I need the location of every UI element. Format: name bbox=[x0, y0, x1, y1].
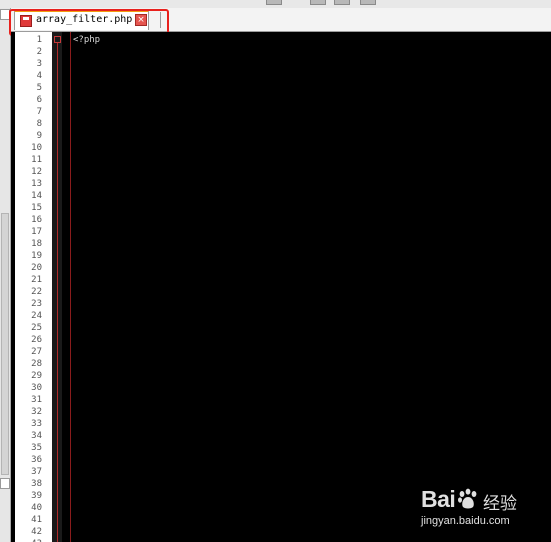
line-number-list: 1 2 3 4 5 6 7 8 9 10 11 12 13 14 15 16 17 18 19 20 21 22 23 24 2… bbox=[15, 34, 42, 542]
tab-bar: array_filter.php × bbox=[11, 8, 551, 32]
line-number: 37 bbox=[31, 467, 42, 477]
line-number: 17 bbox=[31, 227, 42, 237]
close-icon[interactable]: × bbox=[135, 14, 147, 26]
fold-range-line bbox=[57, 43, 58, 542]
tab-array-filter[interactable]: array_filter.php × bbox=[14, 10, 149, 30]
line-number: 41 bbox=[31, 515, 42, 525]
line-number: 39 bbox=[31, 491, 42, 501]
line-number: 32 bbox=[31, 407, 42, 417]
line-number: 26 bbox=[31, 335, 42, 345]
code-area[interactable]: <?php bbox=[62, 32, 551, 542]
line-number: 31 bbox=[31, 395, 42, 405]
floppy-disk-icon bbox=[20, 15, 32, 27]
line-number: 16 bbox=[31, 215, 42, 225]
line-number: 1 bbox=[36, 35, 42, 45]
line-number-gutter: 1 2 3 4 5 6 7 8 9 10 11 12 13 14 15 16 17 18 19 20 21 22 23 24 2… bbox=[15, 32, 52, 542]
line-number: 10 bbox=[31, 143, 42, 153]
line-number: 13 bbox=[31, 179, 42, 189]
toolbar-button[interactable] bbox=[310, 0, 326, 5]
line-number: 28 bbox=[31, 359, 42, 369]
code-line[interactable]: <?php bbox=[73, 34, 100, 46]
line-number: 6 bbox=[36, 95, 42, 105]
line-number: 19 bbox=[31, 251, 42, 261]
line-number: 38 bbox=[31, 479, 42, 489]
line-number: 42 bbox=[31, 527, 42, 537]
line-number: 15 bbox=[31, 203, 42, 213]
top-toolbar-strip bbox=[0, 0, 551, 8]
line-number: 25 bbox=[31, 323, 42, 333]
line-number: 36 bbox=[31, 455, 42, 465]
fold-margin bbox=[52, 32, 62, 542]
line-number: 5 bbox=[36, 83, 42, 93]
code-editor[interactable]: 1 2 3 4 5 6 7 8 9 10 11 12 13 14 15 16 17 18 19 20 21 22 23 24 2… bbox=[11, 32, 551, 542]
line-number: 29 bbox=[31, 371, 42, 381]
fold-marker-icon[interactable] bbox=[54, 36, 61, 43]
line-number: 27 bbox=[31, 347, 42, 357]
left-sidebar-panel bbox=[0, 8, 11, 542]
line-number: 23 bbox=[31, 299, 42, 309]
line-number: 12 bbox=[31, 167, 42, 177]
line-number: 40 bbox=[31, 503, 42, 513]
toolbar-button[interactable] bbox=[360, 0, 376, 5]
tab-label: array_filter.php bbox=[36, 14, 133, 25]
line-number: 11 bbox=[31, 155, 42, 165]
toolbar-button[interactable] bbox=[266, 0, 282, 5]
line-number: 18 bbox=[31, 239, 42, 249]
line-number: 9 bbox=[36, 131, 42, 141]
line-number: 2 bbox=[36, 47, 42, 57]
line-number: 4 bbox=[36, 71, 42, 81]
line-number: 3 bbox=[36, 59, 42, 69]
line-number: 22 bbox=[31, 287, 42, 297]
sidebar-toggle-button[interactable] bbox=[0, 9, 10, 20]
line-number: 35 bbox=[31, 443, 42, 453]
line-number: 21 bbox=[31, 275, 42, 285]
caret-column-guide bbox=[70, 32, 71, 542]
line-number: 24 bbox=[31, 311, 42, 321]
line-number: 14 bbox=[31, 191, 42, 201]
line-number: 8 bbox=[36, 119, 42, 129]
toolbar-button[interactable] bbox=[334, 0, 350, 5]
tab-divider bbox=[160, 12, 161, 28]
line-number: 30 bbox=[31, 383, 42, 393]
line-number: 33 bbox=[31, 419, 42, 429]
sidebar-scrollbar[interactable] bbox=[1, 213, 9, 475]
line-number: 34 bbox=[31, 431, 42, 441]
sidebar-scroll-down-button[interactable] bbox=[0, 478, 10, 489]
line-number: 20 bbox=[31, 263, 42, 273]
line-number: 7 bbox=[36, 107, 42, 117]
line-number: 43 bbox=[15, 538, 42, 542]
editor-window: array_filter.php × 1 2 3 4 5 6 7 8 9 10 11 12 13 14 15… bbox=[0, 0, 551, 542]
